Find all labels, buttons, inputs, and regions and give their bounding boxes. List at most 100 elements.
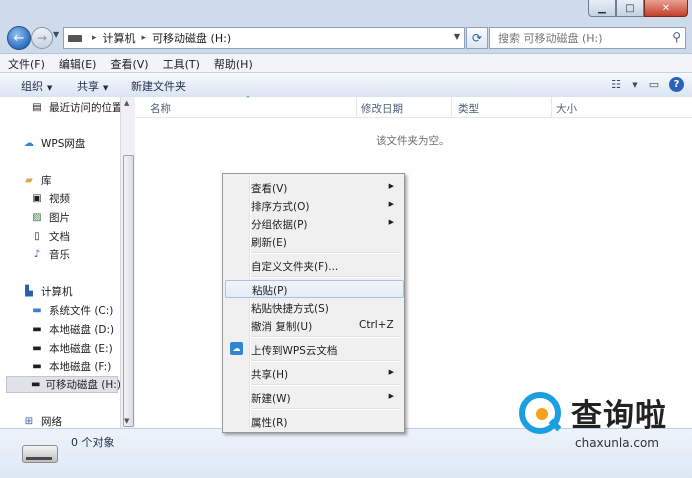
forward-arrow-icon: → [36,31,48,45]
preview-pane-button[interactable]: ▭ [645,76,663,93]
computer-icon: ▙ [25,286,33,297]
help-icon[interactable]: ? [669,77,684,92]
history-dropdown-icon[interactable]: ▼ [53,30,59,39]
menu-view[interactable]: 查看(V) [104,56,154,72]
search-box[interactable]: ⚲ [489,27,686,49]
menu-item-new[interactable]: 新建(W) ▶ [225,388,402,406]
scroll-up-icon[interactable]: ▲ [124,99,129,107]
column-name[interactable]: 名称 [150,101,171,116]
navigation-scrollbar[interactable]: ▲ ▼ [120,97,135,428]
menu-item-upload-wps[interactable]: ☁ 上传到WPS云文档 [225,340,402,358]
forward-button[interactable]: → [31,27,53,49]
share-button[interactable]: 共享 ▼ [77,78,108,94]
menu-tools[interactable]: 工具(T) [157,56,206,72]
menu-separator [251,408,400,410]
column-divider[interactable] [356,97,357,117]
menu-separator [251,252,400,254]
nav-videos[interactable]: ▣ 视频 [30,190,70,207]
organize-button[interactable]: 组织 ▼ [21,78,52,94]
menu-separator [251,384,400,386]
menu-item-label: 排序方式(O) [251,201,310,213]
refresh-button[interactable]: ⟳ [466,27,488,49]
drive-icon: ▬ [32,361,42,372]
menu-item-paste-shortcut[interactable]: 粘贴快捷方式(S) [225,298,402,316]
menu-item-group[interactable]: 分组依据(P) ▶ [225,214,402,232]
nav-drive-e[interactable]: ▬ 本地磁盘 (E:) [30,340,113,357]
view-list-icon: ☷ [611,78,621,91]
search-icon[interactable]: ⚲ [672,30,681,44]
back-button[interactable]: ← [7,26,31,50]
nav-label: 本地磁盘 (F:) [49,361,112,373]
nav-drive-h[interactable]: ▬ 可移动磁盘 (H:) [6,376,120,393]
explorer-window: ▁ □ ✕ ← → ▼ ▸ 计算机 ▸ 可移动磁盘 (H:) ▼ ⟳ ⚲ 文件(… [0,0,692,478]
item-count: 0 个对象 [71,436,115,449]
nav-music[interactable]: ♪ 音乐 [30,246,70,263]
menu-item-refresh[interactable]: 刷新(E) [225,232,402,250]
nav-label: 视频 [49,193,70,205]
breadcrumb-computer[interactable]: 计算机 [103,30,136,46]
view-controls: ☷ ▼ ▭ ? [607,76,684,93]
menu-separator [251,360,400,362]
breadcrumb-chevron-icon[interactable]: ▸ [92,33,97,43]
nav-drive-d[interactable]: ▬ 本地磁盘 (D:) [30,321,114,338]
column-divider[interactable] [451,97,452,117]
nav-library[interactable]: ▰ 库 [22,172,52,189]
menu-item-label: 共享(H) [251,369,289,381]
nav-computer[interactable]: ▙ 计算机 [22,283,72,300]
nav-pictures[interactable]: ▨ 图片 [30,209,70,226]
menu-item-label: 刷新(E) [251,237,287,249]
menu-item-customize[interactable]: 自定义文件夹(F)... [225,256,402,274]
chevron-down-icon: ▼ [103,84,109,92]
menu-file[interactable]: 文件(F) [2,56,51,72]
minimize-button[interactable]: ▁ [588,0,616,17]
address-bar[interactable]: ▸ 计算机 ▸ 可移动磁盘 (H:) ▼ [63,27,465,49]
menu-item-share[interactable]: 共享(H) ▶ [225,364,402,382]
watermark-url: chaxunla.com [575,436,659,450]
nav-label: 本地磁盘 (E:) [49,343,113,355]
menu-item-label: 查看(V) [251,183,288,195]
menu-item-sort[interactable]: 排序方式(O) ▶ [225,196,402,214]
preview-pane-icon: ▭ [648,78,660,91]
library-icon: ▰ [25,175,33,186]
menu-item-paste[interactable]: 粘贴(P) [225,280,404,298]
nav-documents[interactable]: ▯ 文档 [30,228,70,245]
column-date-modified[interactable]: 修改日期 [361,101,403,116]
nav-recent-places[interactable]: ▤ 最近访问的位置 [30,99,120,116]
nav-label: 网络 [41,416,62,428]
menu-item-label: 粘贴快捷方式(S) [251,303,329,315]
breadcrumb-chevron-icon[interactable]: ▸ [142,33,147,43]
close-button[interactable]: ✕ [644,0,688,17]
nav-label: 库 [41,175,52,187]
view-dropdown-icon[interactable]: ▼ [631,76,639,93]
maximize-button[interactable]: □ [616,0,644,17]
nav-label: 音乐 [49,249,70,261]
menu-separator [251,336,400,338]
command-bar: 组织 ▼ 共享 ▼ 新建文件夹 ☷ ▼ ▭ ? [0,72,692,98]
search-input[interactable] [496,31,665,46]
scroll-down-icon[interactable]: ▼ [124,417,129,425]
nav-drive-f[interactable]: ▬ 本地磁盘 (F:) [30,358,111,375]
breadcrumb-removable-disk[interactable]: 可移动磁盘 (H:) [152,30,231,46]
column-type[interactable]: 类型 [458,101,479,116]
menu-help[interactable]: 帮助(H) [208,56,259,72]
column-divider[interactable] [551,97,552,117]
caption-buttons: ▁ □ ✕ [588,0,688,17]
column-header-row: 名称 ⌃ 修改日期 类型 大小 [135,95,692,118]
file-list-pane[interactable]: 名称 ⌃ 修改日期 类型 大小 该文件夹为空。 [135,95,692,428]
change-view-button[interactable]: ☷ [607,76,625,93]
nav-label: 文档 [49,231,70,243]
refresh-icon: ⟳ [471,31,483,45]
menu-item-undo[interactable]: 撤消 复制(U) Ctrl+Z [225,316,402,334]
recent-places-icon: ▤ [32,102,42,113]
nav-wps-cloud[interactable]: ☁ WPS网盘 [22,135,85,152]
nav-network[interactable]: ⊞ 网络 [22,413,62,428]
nav-drive-c[interactable]: ▬ 系统文件 (C:) [30,302,113,319]
address-dropdown-icon[interactable]: ▼ [454,32,460,41]
menu-edit[interactable]: 编辑(E) [53,56,103,72]
menu-item-label: 自定义文件夹(F)... [251,261,339,273]
menu-item-view[interactable]: 查看(V) ▶ [225,178,402,196]
new-folder-button[interactable]: 新建文件夹 [131,78,186,94]
menu-item-properties[interactable]: 属性(R) [225,412,402,430]
scrollbar-thumb[interactable] [123,155,134,427]
column-size[interactable]: 大小 [556,101,577,116]
